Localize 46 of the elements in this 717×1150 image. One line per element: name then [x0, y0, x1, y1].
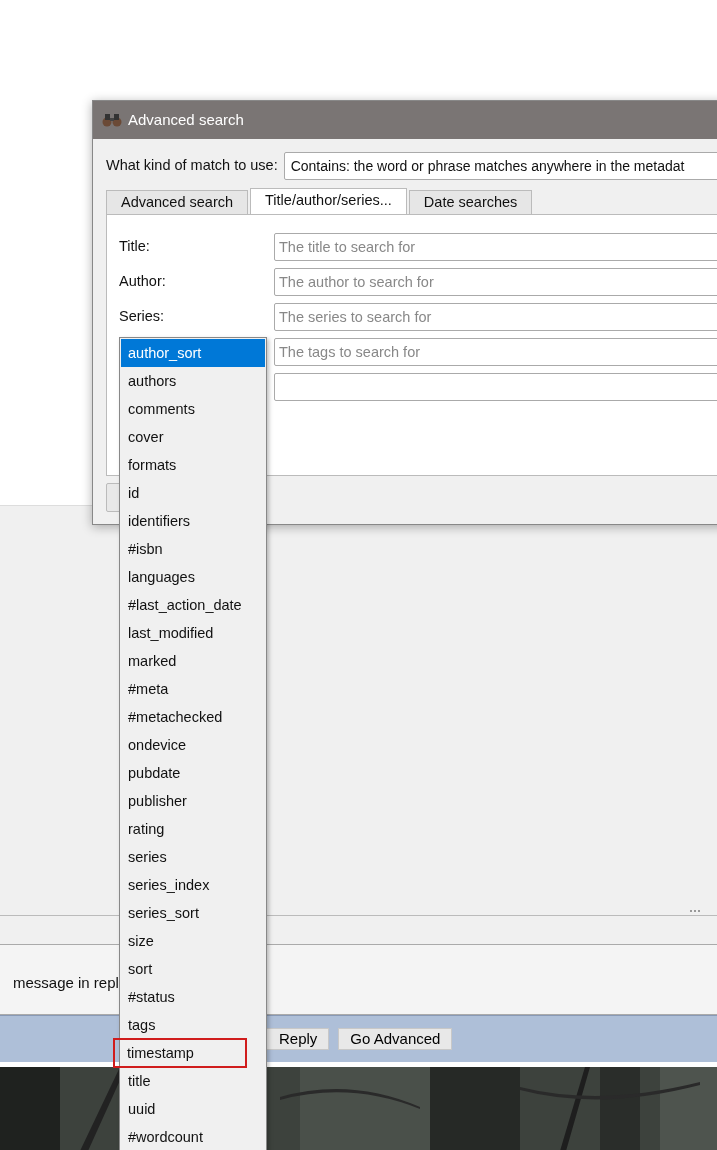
dropdown-item[interactable]: #wordcount — [121, 1123, 265, 1150]
resize-grip-icon[interactable] — [689, 909, 703, 915]
tab[interactable]: Date searches — [408, 190, 533, 214]
dropdown-item[interactable]: id — [121, 479, 265, 507]
text-field[interactable]: The author to search for — [274, 267, 717, 296]
dropdown-item[interactable]: #metachecked — [121, 703, 265, 731]
dropdown-item[interactable]: uuid — [121, 1095, 265, 1123]
dropdown-item[interactable]: languages — [121, 563, 265, 591]
dialog-title: Advanced search — [128, 109, 244, 130]
text-field[interactable]: The series to search for — [274, 302, 717, 331]
message-text: message in repl — [13, 973, 119, 994]
dropdown-item[interactable]: publisher — [121, 787, 265, 815]
dropdown-item[interactable]: #last_action_date — [121, 591, 265, 619]
match-label: What kind of match to use: — [106, 156, 278, 176]
dropdown-item[interactable]: cover — [121, 423, 265, 451]
tab[interactable]: Advanced search — [106, 190, 249, 214]
dropdown-item[interactable]: pubdate — [121, 759, 265, 787]
dropdown-item[interactable]: last_modified — [121, 619, 265, 647]
tab[interactable]: Title/author/series... — [250, 188, 407, 214]
dropdown-item[interactable]: marked — [121, 647, 265, 675]
text-field[interactable]: The title to search for — [274, 232, 717, 261]
text-field[interactable] — [274, 372, 717, 401]
dropdown-item[interactable]: identifiers — [121, 507, 265, 535]
dropdown-item[interactable]: ondevice — [121, 731, 265, 759]
dropdown-item[interactable]: authors — [121, 367, 265, 395]
field-label: Series: — [119, 307, 165, 324]
dropdown-item[interactable]: #meta — [121, 675, 265, 703]
field-label: Title: — [119, 237, 150, 254]
match-dropdown[interactable]: Contains: the word or phrase matches anywhere in the metadat — [283, 152, 717, 180]
forum-button[interactable]: Go Advanced — [338, 1028, 453, 1050]
dropdown-item[interactable]: #status — [121, 983, 265, 1011]
text-field[interactable]: The tags to search for — [274, 337, 717, 366]
binoculars-icon — [102, 113, 122, 127]
dropdown-item[interactable]: series_index — [121, 871, 265, 899]
dropdown-item[interactable]: size — [121, 927, 265, 955]
dropdown-item[interactable]: series — [121, 843, 265, 871]
dropdown-item[interactable]: author_sort — [121, 339, 265, 367]
dropdown-item[interactable]: comments — [121, 395, 265, 423]
dropdown-item[interactable]: rating — [121, 815, 265, 843]
dropdown-item[interactable]: title — [121, 1067, 265, 1095]
dropdown-item[interactable]: timestamp — [114, 1039, 246, 1067]
dropdown-item[interactable]: formats — [121, 451, 265, 479]
dropdown-item[interactable]: series_sort — [121, 899, 265, 927]
dropdown-item[interactable]: #isbn — [121, 535, 265, 563]
dropdown-item[interactable]: sort — [121, 955, 265, 983]
field-label: Author: — [119, 272, 166, 289]
